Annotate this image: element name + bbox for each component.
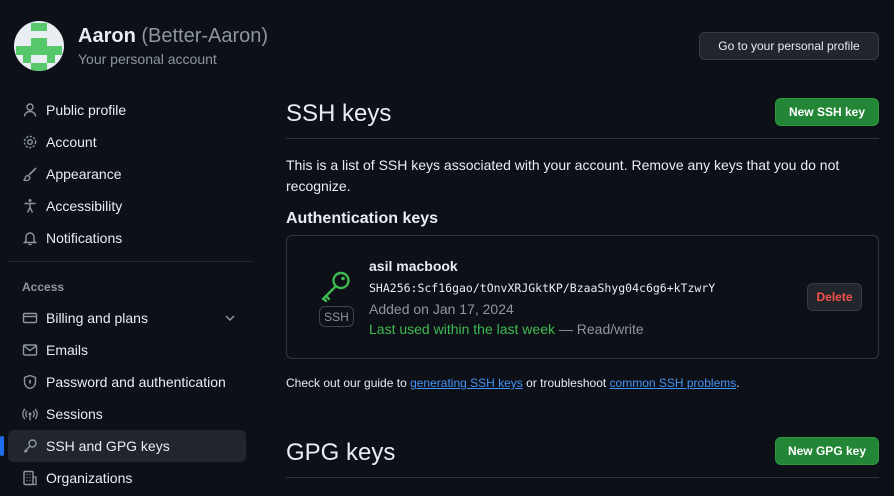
user-login: (Better-Aaron) <box>141 25 269 47</box>
ssh-keys-title: SSH keys <box>286 100 392 127</box>
sidebar-item-public-profile[interactable]: Public profile <box>8 94 246 126</box>
ssh-guide-text: Check out our guide to generating SSH ke… <box>286 376 740 390</box>
sidebar-item-emails[interactable]: Emails <box>8 334 246 366</box>
go-to-profile-button[interactable]: Go to your personal profile <box>699 32 879 60</box>
authentication-keys-heading: Authentication keys <box>286 210 439 227</box>
sidebar-item-ssh-gpg-keys[interactable]: SSH and GPG keys <box>0 430 246 462</box>
sidebar-item-account[interactable]: Account <box>8 126 246 158</box>
shield-lock-icon <box>23 374 37 390</box>
credit-card-icon <box>22 312 38 324</box>
broadcast-icon <box>22 408 38 421</box>
paintbrush-icon <box>23 167 37 182</box>
section-divider <box>286 138 879 139</box>
bell-icon <box>22 232 38 246</box>
key-fingerprint: SHA256:Scf16gao/tOnvXRJGktKP/BzaaShyg04c… <box>369 281 716 295</box>
sidebar-item-label: Organizations <box>46 470 133 486</box>
chevron-down-icon[interactable] <box>222 310 238 326</box>
sidebar-item-label: Public profile <box>46 102 127 118</box>
ssh-keys-description: This is a list of SSH keys associated wi… <box>286 157 840 194</box>
gear-icon <box>23 135 37 149</box>
usage-separator: — <box>555 321 577 337</box>
sidebar-item-sessions[interactable]: Sessions <box>8 398 246 430</box>
new-gpg-key-button[interactable]: New GPG key <box>775 437 879 465</box>
key-icon <box>23 439 37 453</box>
guide-prefix: Check out our guide to <box>286 376 411 390</box>
sidebar-item-label: SSH and GPG keys <box>46 438 170 454</box>
sidebar-item-organizations[interactable]: Organizations <box>8 462 246 494</box>
guide-suffix: . <box>736 376 740 390</box>
sidebar-item-label: Emails <box>46 342 89 358</box>
common-ssh-problems-link[interactable]: common SSH problems <box>610 376 737 390</box>
sidebar-divider <box>8 261 254 262</box>
mail-icon <box>22 344 38 356</box>
generating-ssh-keys-link[interactable]: generating SSH keys <box>410 376 523 390</box>
sidebar-item-label: Account <box>46 134 97 150</box>
last-used-label: Last used within the last week <box>369 321 555 337</box>
account-type-label: Your personal account <box>78 51 217 67</box>
sidebar-item-label: Accessibility <box>46 198 123 214</box>
sidebar-item-label: Appearance <box>46 166 122 182</box>
accessibility-icon <box>24 199 36 213</box>
sidebar-item-label: Sessions <box>46 406 103 422</box>
sidebar-item-appearance[interactable]: Appearance <box>8 158 246 190</box>
sidebar-item-label: Billing and plans <box>46 310 148 326</box>
sidebar-item-accessibility[interactable]: Accessibility <box>8 190 246 222</box>
sidebar-item-password-authentication[interactable]: Password and authentication <box>8 366 246 398</box>
sidebar-item-billing[interactable]: Billing and plans <box>8 302 246 334</box>
delete-key-button[interactable]: Delete <box>807 283 862 311</box>
account-header: Aaron (Better-Aaron) Your personal accou… <box>0 0 894 80</box>
sidebar-item-label: Password and authentication <box>46 374 226 390</box>
gpg-keys-title: GPG keys <box>286 439 396 466</box>
sidebar-item-label: Notifications <box>46 230 123 246</box>
person-icon <box>23 103 37 117</box>
key-icon <box>321 271 350 303</box>
sidebar-item-notifications[interactable]: Notifications <box>8 222 246 254</box>
display-name: Aaron <box>78 25 136 47</box>
sidebar-section-heading: Access <box>22 280 65 294</box>
organization-icon <box>23 470 37 486</box>
key-usage-status: Last used within the last week — Read/wr… <box>369 321 644 337</box>
guide-middle: or troubleshoot <box>522 376 610 390</box>
ssh-badge: SSH <box>319 306 354 327</box>
section-divider <box>286 477 879 478</box>
key-added-date: Added on Jan 17, 2024 <box>369 301 514 317</box>
access-level-label: Read/write <box>576 321 644 337</box>
avatar[interactable] <box>14 21 64 71</box>
key-title: asil macbook <box>369 258 458 274</box>
user-name: Aaron (Better-Aaron) <box>78 25 268 48</box>
new-ssh-key-button[interactable]: New SSH key <box>775 98 879 126</box>
ssh-key-item: SSH asil macbook SHA256:Scf16gao/tOnvXRJ… <box>286 235 879 359</box>
